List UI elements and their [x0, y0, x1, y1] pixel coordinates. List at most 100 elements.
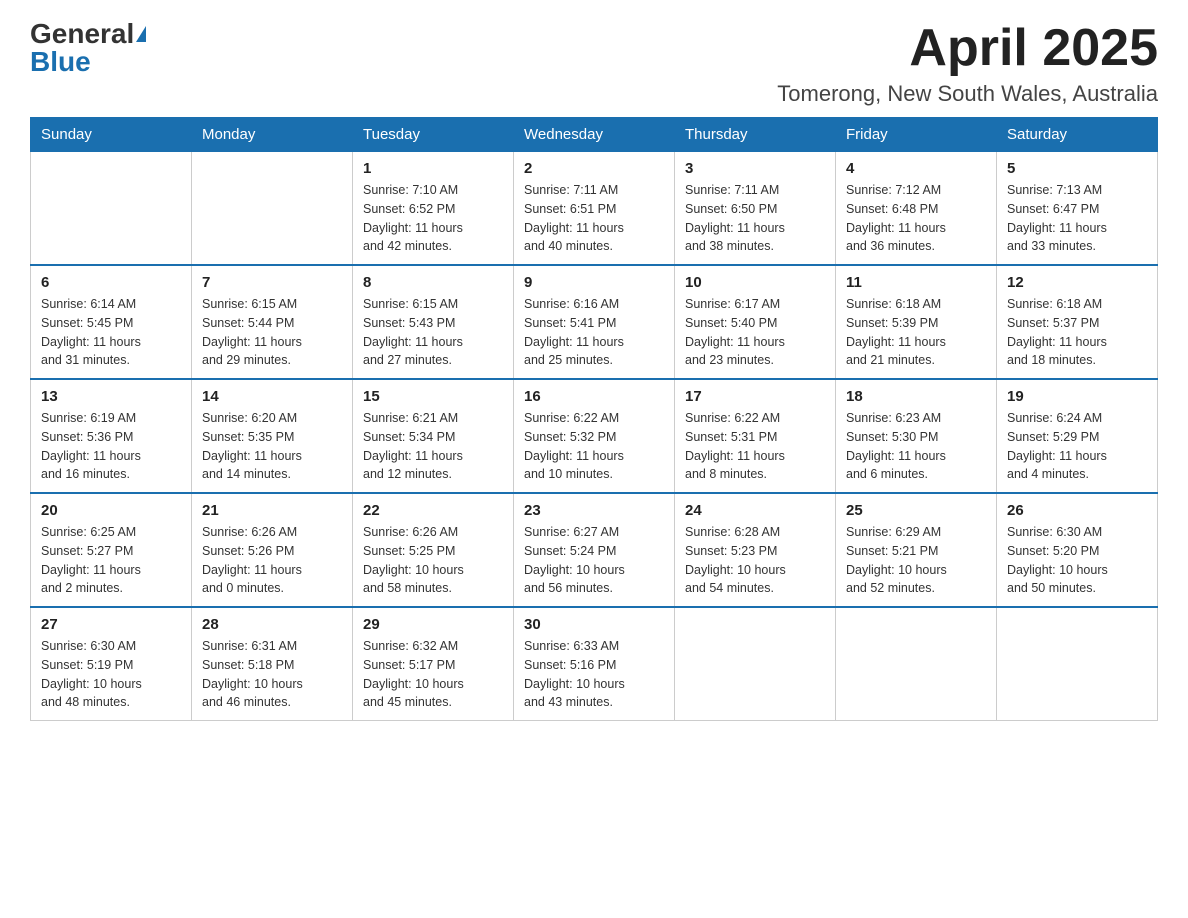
- day-number: 20: [41, 502, 181, 519]
- day-number: 4: [846, 160, 986, 177]
- col-monday: Monday: [192, 118, 353, 152]
- day-info: Sunrise: 6:26 AMSunset: 5:25 PMDaylight:…: [363, 523, 503, 598]
- logo-triangle-icon: [136, 26, 146, 42]
- day-number: 26: [1007, 502, 1147, 519]
- day-number: 19: [1007, 388, 1147, 405]
- day-number: 23: [524, 502, 664, 519]
- day-number: 11: [846, 274, 986, 291]
- day-info: Sunrise: 6:15 AMSunset: 5:44 PMDaylight:…: [202, 295, 342, 370]
- table-row: 15 Sunrise: 6:21 AMSunset: 5:34 PMDayligh…: [353, 379, 514, 493]
- day-info: Sunrise: 6:33 AMSunset: 5:16 PMDaylight:…: [524, 637, 664, 712]
- table-row: 29Sunrise: 6:32 AMSunset: 5:17 PMDayligh…: [353, 607, 514, 721]
- table-row: 14 Sunrise: 6:20 AMSunset: 5:35 PMDayligh…: [192, 379, 353, 493]
- day-number: 22: [363, 502, 503, 519]
- calendar-table: Sunday Monday Tuesday Wednesday Thursday…: [30, 117, 1158, 721]
- day-number: 8: [363, 274, 503, 291]
- table-row: 11 Sunrise: 6:18 AMSunset: 5:39 PMDayligh…: [836, 265, 997, 379]
- day-number: 3: [685, 160, 825, 177]
- table-row: 16 Sunrise: 6:22 AMSunset: 5:32 PMDayligh…: [514, 379, 675, 493]
- day-info: Sunrise: 6:16 AMSunset: 5:41 PMDaylight:…: [524, 295, 664, 370]
- day-number: 15: [363, 388, 503, 405]
- calendar-week-row: 13 Sunrise: 6:19 AMSunset: 5:36 PMDayligh…: [31, 379, 1158, 493]
- table-row: 19 Sunrise: 6:24 AMSunset: 5:29 PMDayligh…: [997, 379, 1158, 493]
- table-row: 7Sunrise: 6:15 AMSunset: 5:44 PMDaylight…: [192, 265, 353, 379]
- table-row: 3 Sunrise: 7:11 AMSunset: 6:50 PMDaylight…: [675, 152, 836, 266]
- day-number: 30: [524, 616, 664, 633]
- day-info: Sunrise: 6:18 AMSunset: 5:37 PMDaylight:…: [1007, 295, 1147, 370]
- day-number: 5: [1007, 160, 1147, 177]
- table-row: 2Sunrise: 7:11 AMSunset: 6:51 PMDaylight…: [514, 152, 675, 266]
- day-number: 25: [846, 502, 986, 519]
- day-number: 17: [685, 388, 825, 405]
- day-info: Sunrise: 6:30 AMSunset: 5:19 PMDaylight:…: [41, 637, 181, 712]
- table-row: 9 Sunrise: 6:16 AMSunset: 5:41 PMDaylight…: [514, 265, 675, 379]
- col-thursday: Thursday: [675, 118, 836, 152]
- calendar-header-row: Sunday Monday Tuesday Wednesday Thursday…: [31, 118, 1158, 152]
- day-number: 2: [524, 160, 664, 177]
- day-number: 9: [524, 274, 664, 291]
- col-wednesday: Wednesday: [514, 118, 675, 152]
- table-row: 8 Sunrise: 6:15 AMSunset: 5:43 PMDaylight…: [353, 265, 514, 379]
- table-row: 21Sunrise: 6:26 AMSunset: 5:26 PMDayligh…: [192, 493, 353, 607]
- day-info: Sunrise: 6:32 AMSunset: 5:17 PMDaylight:…: [363, 637, 503, 712]
- day-info: Sunrise: 6:29 AMSunset: 5:21 PMDaylight:…: [846, 523, 986, 598]
- table-row: 17 Sunrise: 6:22 AMSunset: 5:31 PMDayligh…: [675, 379, 836, 493]
- calendar-title: April 2025: [777, 20, 1158, 77]
- day-info: Sunrise: 6:20 AMSunset: 5:35 PMDaylight:…: [202, 409, 342, 484]
- day-info: Sunrise: 6:30 AMSunset: 5:20 PMDaylight:…: [1007, 523, 1147, 598]
- table-row: [997, 607, 1158, 721]
- table-row: 25 Sunrise: 6:29 AMSunset: 5:21 PMDayligh…: [836, 493, 997, 607]
- table-row: [192, 152, 353, 266]
- table-row: 22 Sunrise: 6:26 AMSunset: 5:25 PMDayligh…: [353, 493, 514, 607]
- table-row: 24Sunrise: 6:28 AMSunset: 5:23 PMDayligh…: [675, 493, 836, 607]
- day-number: 16: [524, 388, 664, 405]
- day-number: 13: [41, 388, 181, 405]
- day-info: Sunrise: 6:22 AMSunset: 5:32 PMDaylight:…: [524, 409, 664, 484]
- table-row: 18Sunrise: 6:23 AMSunset: 5:30 PMDayligh…: [836, 379, 997, 493]
- day-info: Sunrise: 7:11 AMSunset: 6:50 PMDaylight:…: [685, 181, 825, 256]
- day-info: Sunrise: 6:27 AMSunset: 5:24 PMDaylight:…: [524, 523, 664, 598]
- day-info: Sunrise: 6:21 AMSunset: 5:34 PMDaylight:…: [363, 409, 503, 484]
- col-tuesday: Tuesday: [353, 118, 514, 152]
- table-row: 12Sunrise: 6:18 AMSunset: 5:37 PMDayligh…: [997, 265, 1158, 379]
- day-info: Sunrise: 6:19 AMSunset: 5:36 PMDaylight:…: [41, 409, 181, 484]
- table-row: [675, 607, 836, 721]
- table-row: 28 Sunrise: 6:31 AMSunset: 5:18 PMDayligh…: [192, 607, 353, 721]
- title-block: April 2025 Tomerong, New South Wales, Au…: [777, 20, 1158, 107]
- logo-blue-text: Blue: [30, 46, 91, 77]
- day-info: Sunrise: 6:26 AMSunset: 5:26 PMDaylight:…: [202, 523, 342, 598]
- calendar-week-row: 27 Sunrise: 6:30 AMSunset: 5:19 PMDayligh…: [31, 607, 1158, 721]
- day-number: 1: [363, 160, 503, 177]
- day-info: Sunrise: 6:31 AMSunset: 5:18 PMDaylight:…: [202, 637, 342, 712]
- calendar-week-row: 20 Sunrise: 6:25 AMSunset: 5:27 PMDayligh…: [31, 493, 1158, 607]
- table-row: 30 Sunrise: 6:33 AMSunset: 5:16 PMDayligh…: [514, 607, 675, 721]
- table-row: 1 Sunrise: 7:10 AMSunset: 6:52 PMDaylight…: [353, 152, 514, 266]
- day-number: 27: [41, 616, 181, 633]
- day-number: 6: [41, 274, 181, 291]
- table-row: [31, 152, 192, 266]
- col-friday: Friday: [836, 118, 997, 152]
- day-info: Sunrise: 6:23 AMSunset: 5:30 PMDaylight:…: [846, 409, 986, 484]
- day-info: Sunrise: 6:28 AMSunset: 5:23 PMDaylight:…: [685, 523, 825, 598]
- day-info: Sunrise: 6:25 AMSunset: 5:27 PMDaylight:…: [41, 523, 181, 598]
- table-row: 4Sunrise: 7:12 AMSunset: 6:48 PMDaylight…: [836, 152, 997, 266]
- calendar-body: 1 Sunrise: 7:10 AMSunset: 6:52 PMDaylight…: [31, 152, 1158, 721]
- logo: General Blue: [30, 20, 146, 76]
- day-info: Sunrise: 7:13 AMSunset: 6:47 PMDaylight:…: [1007, 181, 1147, 256]
- day-number: 14: [202, 388, 342, 405]
- day-number: 10: [685, 274, 825, 291]
- calendar-week-row: 1 Sunrise: 7:10 AMSunset: 6:52 PMDaylight…: [31, 152, 1158, 266]
- day-info: Sunrise: 6:18 AMSunset: 5:39 PMDaylight:…: [846, 295, 986, 370]
- day-info: Sunrise: 7:10 AMSunset: 6:52 PMDaylight:…: [363, 181, 503, 256]
- table-row: 6Sunrise: 6:14 AMSunset: 5:45 PMDaylight…: [31, 265, 192, 379]
- table-row: 13 Sunrise: 6:19 AMSunset: 5:36 PMDayligh…: [31, 379, 192, 493]
- logo-general-text: General: [30, 20, 134, 48]
- day-info: Sunrise: 6:24 AMSunset: 5:29 PMDaylight:…: [1007, 409, 1147, 484]
- calendar-week-row: 6Sunrise: 6:14 AMSunset: 5:45 PMDaylight…: [31, 265, 1158, 379]
- day-info: Sunrise: 6:15 AMSunset: 5:43 PMDaylight:…: [363, 295, 503, 370]
- col-saturday: Saturday: [997, 118, 1158, 152]
- page-header: General Blue April 2025 Tomerong, New So…: [30, 20, 1158, 107]
- table-row: 27 Sunrise: 6:30 AMSunset: 5:19 PMDayligh…: [31, 607, 192, 721]
- day-number: 28: [202, 616, 342, 633]
- day-info: Sunrise: 6:22 AMSunset: 5:31 PMDaylight:…: [685, 409, 825, 484]
